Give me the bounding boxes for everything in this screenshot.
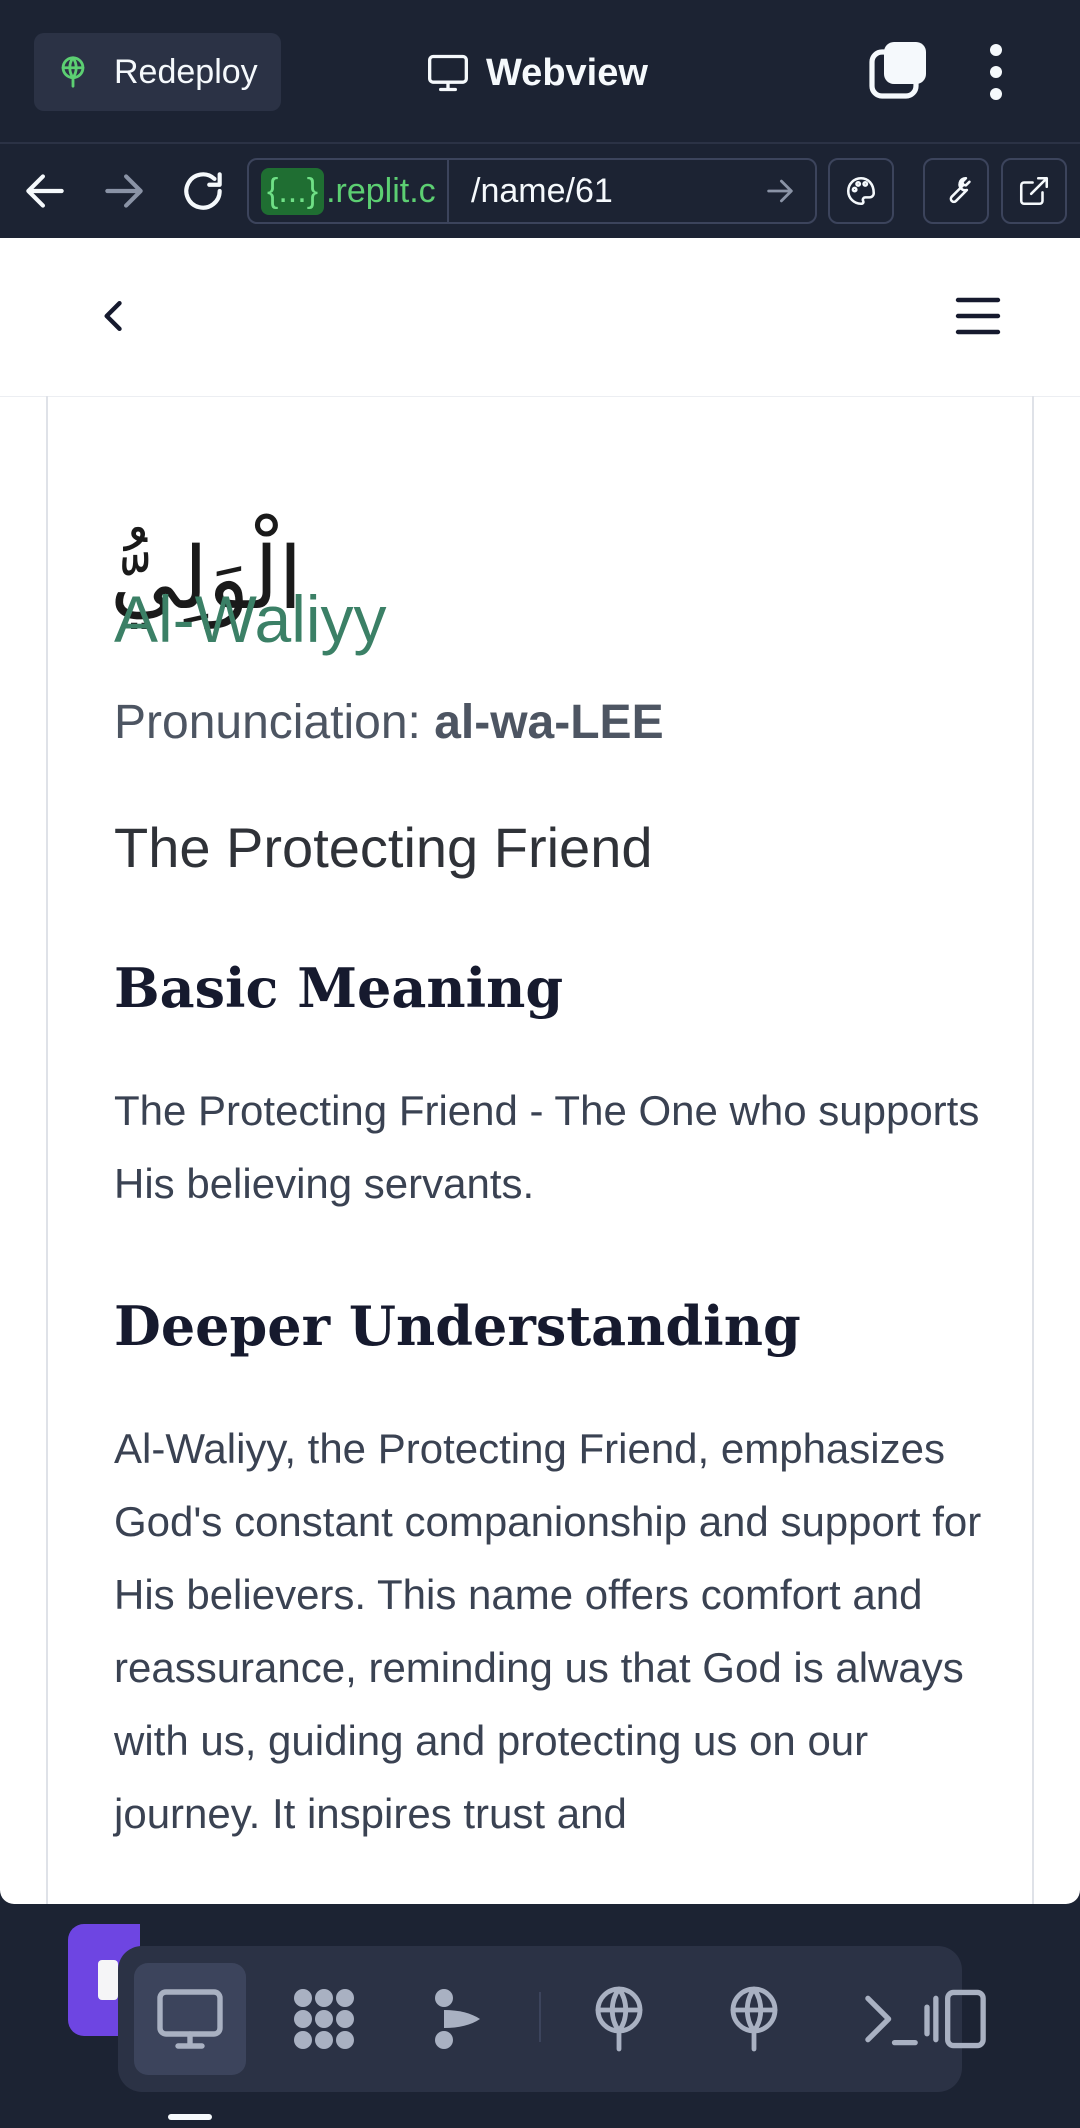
redeploy-button[interactable]: Redeploy bbox=[34, 33, 281, 111]
url-host-chip: {...} bbox=[261, 167, 325, 215]
agent-icon bbox=[435, 1989, 480, 2049]
console-icon bbox=[865, 1989, 986, 2049]
webview-content: الْوَلِيُّ Al-Waliyy Pronunciation: al-w… bbox=[0, 238, 1080, 1904]
reload-icon[interactable] bbox=[178, 166, 228, 216]
deploy-globe-icon bbox=[730, 1986, 778, 2052]
kebab-menu-icon[interactable] bbox=[978, 40, 1014, 104]
app-header bbox=[0, 238, 1080, 397]
external-link-icon bbox=[1019, 176, 1049, 206]
bottom-dock bbox=[0, 1904, 1080, 2128]
home-indicator bbox=[168, 2114, 212, 2120]
dock-apps-button[interactable] bbox=[268, 1963, 380, 2075]
url-field[interactable]: {...} .replit.c /name/61 bbox=[247, 158, 817, 224]
english-name: Al-Waliyy bbox=[114, 582, 387, 656]
pronunciation-value: al-wa-LEE bbox=[434, 696, 664, 749]
monitor-icon bbox=[428, 54, 468, 92]
arrow-right-icon[interactable] bbox=[99, 166, 149, 216]
deploy-globe-icon bbox=[595, 1986, 643, 2052]
dock-separator bbox=[539, 1992, 541, 2042]
url-path-input[interactable]: /name/61 bbox=[471, 160, 613, 222]
deeper-understanding-heading: Deeper Understanding bbox=[114, 1294, 801, 1358]
monitor-icon bbox=[157, 1989, 223, 2049]
hamburger-menu-icon[interactable] bbox=[954, 294, 1002, 338]
webview-title: Webview bbox=[426, 45, 648, 101]
devtools-button[interactable] bbox=[923, 158, 989, 224]
deeper-understanding-text: Al-Waliyy, the Protecting Friend, emphas… bbox=[114, 1425, 982, 1837]
url-host[interactable]: {...} .replit.c bbox=[249, 160, 449, 222]
palette-icon bbox=[846, 176, 876, 206]
dock-deploy-button-1[interactable] bbox=[563, 1963, 675, 2075]
dock-console-button[interactable] bbox=[852, 1963, 1002, 2075]
wrench-icon bbox=[949, 176, 971, 204]
dock-agent-button[interactable] bbox=[403, 1963, 515, 2075]
top-bar: Redeploy Webview bbox=[0, 0, 1080, 144]
webview-title-label: Webview bbox=[486, 51, 648, 94]
dock-webview-button[interactable] bbox=[134, 1963, 246, 2075]
tabs-icon[interactable] bbox=[866, 38, 930, 102]
url-host-text: .replit.c bbox=[326, 171, 436, 210]
apps-grid-icon bbox=[294, 1989, 354, 2049]
arrow-right-icon[interactable] bbox=[763, 174, 797, 208]
basic-meaning-heading: Basic Meaning bbox=[114, 956, 564, 1020]
pronunciation-label: Pronunciation: bbox=[114, 696, 435, 749]
open-external-button[interactable] bbox=[1001, 158, 1067, 224]
pronunciation: Pronunciation: al-wa-LEE bbox=[114, 688, 664, 758]
arrow-left-icon[interactable] bbox=[20, 166, 70, 216]
palette-button[interactable] bbox=[828, 158, 894, 224]
chevron-left-icon[interactable] bbox=[92, 294, 136, 338]
dock-deploy-button-2[interactable] bbox=[698, 1963, 810, 2075]
deploy-globe-icon bbox=[61, 56, 85, 88]
basic-meaning-text: The Protecting Friend - The One who supp… bbox=[114, 1087, 980, 1207]
redeploy-label: Redeploy bbox=[114, 52, 258, 91]
meaning-title: The Protecting Friend bbox=[114, 816, 653, 879]
url-bar: {...} .replit.c /name/61 bbox=[0, 144, 1080, 238]
